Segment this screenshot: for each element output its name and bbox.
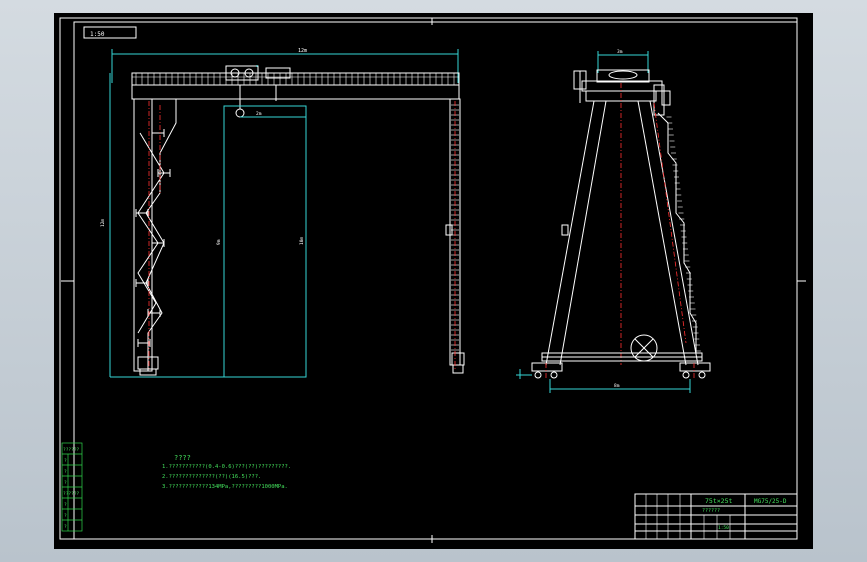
side-view: 3m 8m: [516, 49, 711, 393]
drawing-number: MG75/25-D: [754, 498, 787, 505]
title-block: 75t×25t ?????? MG75/25-D 1:50: [634, 493, 798, 540]
svg-text:?: ?: [64, 524, 67, 530]
revision-table: ?????? ?????? ? ? ? ? ? ?: [61, 442, 83, 532]
svg-text:?: ?: [64, 502, 67, 508]
title-name: 75t×25t: [705, 497, 732, 505]
svg-text:?: ?: [64, 458, 67, 464]
mid-height-label: 10m: [299, 237, 305, 245]
side-top-dimension-label: 3m: [617, 49, 623, 55]
drawing-sheet: 1:50 12m 2m 12m 9m 10m 3m 8m ???? 1.????…: [54, 13, 813, 549]
bottom-dimension-label: 8m: [614, 383, 620, 389]
notes-line-2: 2.??????????????(??)(16.5)???.: [162, 474, 261, 480]
outer-border: [59, 17, 798, 540]
cad-drawing: 1:50 12m 2m 12m 9m 10m 3m 8m ???? 1.????…: [59, 17, 806, 543]
left-table-header-2: ??????: [63, 491, 80, 497]
title-subtitle: ??????: [702, 508, 720, 514]
svg-text:?: ?: [64, 469, 67, 475]
ladder: [135, 129, 171, 347]
notes-line-1: 1.???????????(0.4-0.6)???(??)?????????.: [162, 464, 291, 470]
notes-line-3: 3.????????????134MPa,?????????1000MPa.: [162, 484, 288, 490]
technical-notes: ???? 1.???????????(0.4-0.6)???(??)??????…: [162, 454, 291, 490]
hook: [235, 108, 245, 118]
title-scale: 1:50: [718, 525, 729, 531]
top-dimension-label: 12m: [298, 48, 307, 54]
svg-text:?: ?: [64, 513, 67, 519]
railing: [135, 73, 455, 85]
left-table-header-1: ??????: [63, 447, 80, 453]
scale-label: 1:50: [90, 31, 105, 38]
inner-height-label: 9m: [216, 239, 222, 245]
trolley-dimension-label: 2m: [256, 111, 262, 117]
notes-title: ????: [174, 454, 191, 462]
front-view: 12m 2m 12m 9m 10m: [100, 48, 465, 378]
svg-text:?: ?: [64, 480, 67, 486]
left-height-label: 12m: [100, 219, 106, 227]
